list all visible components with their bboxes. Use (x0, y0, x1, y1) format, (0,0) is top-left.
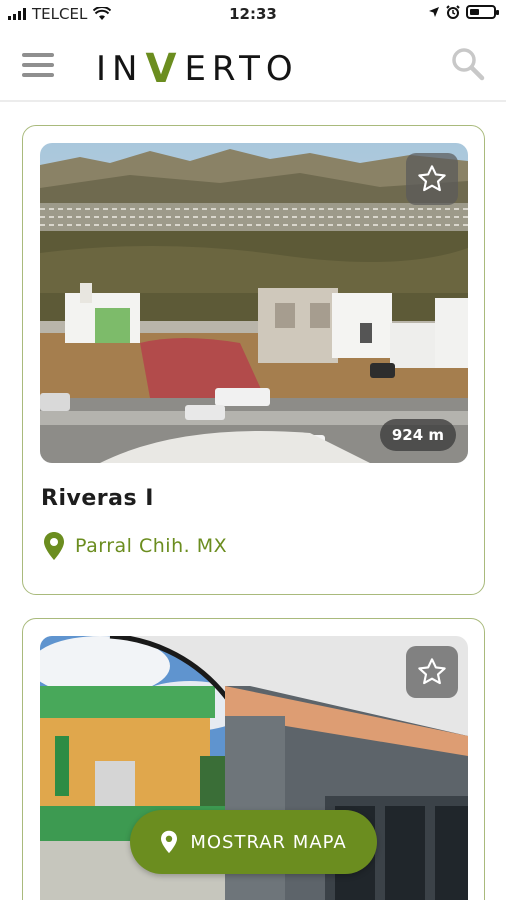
favorite-button[interactable] (406, 646, 458, 698)
status-right (428, 5, 499, 19)
location-text: Parral Chih. MX (75, 535, 228, 557)
app-logo: IN V ERTO (96, 46, 299, 92)
listing-title[interactable]: Riveras I (41, 486, 154, 511)
logo-text-left: IN (96, 49, 144, 89)
alarm-icon (446, 5, 460, 19)
search-button[interactable] (450, 46, 486, 82)
logo-text-right: ERTO (184, 49, 299, 89)
favorite-button[interactable] (406, 153, 458, 205)
star-outline-icon (418, 658, 446, 685)
show-map-label: MOSTRAR MAPA (190, 831, 347, 853)
map-pin-icon (44, 532, 64, 560)
status-bar: TELCEL 12:33 (0, 0, 506, 28)
show-map-button[interactable]: MOSTRAR MAPA (130, 810, 377, 874)
listing-location: Parral Chih. MX (43, 531, 227, 561)
distance-badge: 924 m (379, 419, 456, 451)
listing-card[interactable]: 924 m Riveras I Parral Chih. MX (22, 125, 485, 595)
hamburger-menu-icon (22, 53, 54, 57)
search-icon (452, 48, 485, 81)
location-arrow-icon (429, 7, 439, 17)
battery-icon (466, 5, 499, 19)
listing-photo[interactable]: 924 m (40, 143, 468, 463)
app-header: IN V ERTO (0, 28, 506, 102)
star-outline-icon (418, 165, 446, 192)
housing-development-photo (40, 143, 468, 463)
logo-accent-letter: V (145, 46, 183, 92)
menu-button[interactable] (22, 53, 54, 79)
map-pin-icon (161, 830, 178, 854)
